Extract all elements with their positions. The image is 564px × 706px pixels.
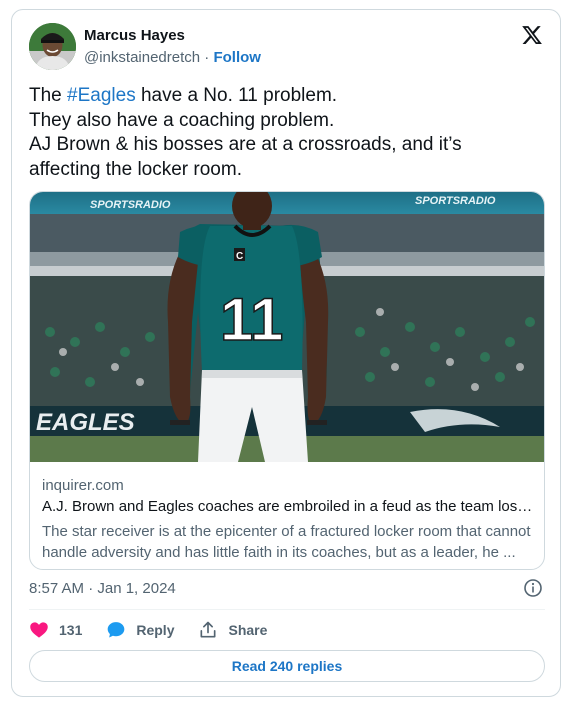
handle-separator: ·	[204, 49, 210, 66]
tweet-line-2: They also have a coaching problem.	[29, 109, 335, 131]
link-title[interactable]: A.J. Brown and Eagles coaches are embroi…	[42, 496, 534, 518]
read-replies-button[interactable]: Read 240 replies	[29, 650, 545, 682]
like-count: 131	[59, 622, 83, 638]
link-preview-card[interactable]: SPORTSRADIO SPORTSRADIO EAGLES C 11 inqu…	[29, 191, 545, 570]
link-meta: inquirer.com A.J. Brown and Eagles coach…	[42, 476, 534, 563]
author-name[interactable]: Marcus Hayes	[84, 27, 185, 44]
tweet-card: Marcus Hayes @inkstainedretch · Follow T…	[11, 9, 561, 697]
like-button[interactable]: 131	[29, 620, 82, 640]
avatar[interactable]	[29, 23, 76, 70]
reply-button[interactable]: Reply	[106, 620, 174, 640]
follow-button[interactable]: Follow	[213, 49, 261, 66]
tweet-text-segment: have a No. 11 problem.	[135, 85, 338, 106]
wall-text: EAGLES	[36, 409, 135, 436]
info-icon[interactable]	[523, 578, 543, 598]
banner-text-right: SPORTSRADIO	[415, 195, 496, 207]
x-logo-icon[interactable]	[521, 24, 543, 46]
tweet-text: The #Eagles have a No. 11 problem. They …	[29, 84, 539, 182]
tweet-timestamp[interactable]: 8:57 AM · Jan 1, 2024	[29, 580, 176, 597]
share-button[interactable]: Share	[198, 620, 267, 640]
hashtag-link[interactable]: #Eagles	[67, 85, 136, 106]
author-handle-row: @inkstainedretch · Follow	[84, 49, 261, 66]
tweet-text-segment: The	[29, 85, 68, 106]
link-description: The star receiver is at the epicenter of…	[42, 523, 531, 561]
article-image: SPORTSRADIO SPORTSRADIO EAGLES C 11	[30, 192, 544, 462]
tweet-line-3: AJ Brown & his bosses are at a crossroad…	[29, 134, 462, 155]
banner-text-left: SPORTSRADIO	[90, 199, 171, 211]
link-domain: inquirer.com	[42, 477, 124, 494]
speech-bubble-icon	[108, 622, 125, 638]
author-handle[interactable]: @inkstainedretch	[84, 49, 200, 66]
jersey-number: 11	[220, 286, 283, 353]
share-label: Share	[228, 622, 268, 638]
heart-icon	[30, 622, 48, 638]
action-bar: 131 Reply Share	[29, 619, 291, 641]
divider	[29, 609, 545, 610]
captain-patch: C	[236, 251, 243, 262]
share-icon	[200, 621, 216, 638]
tweet-line-1: The #Eagles have a No. 11 problem.	[29, 84, 539, 109]
reply-label: Reply	[136, 622, 175, 638]
tweet-line-4: affecting the locker room.	[29, 158, 242, 180]
